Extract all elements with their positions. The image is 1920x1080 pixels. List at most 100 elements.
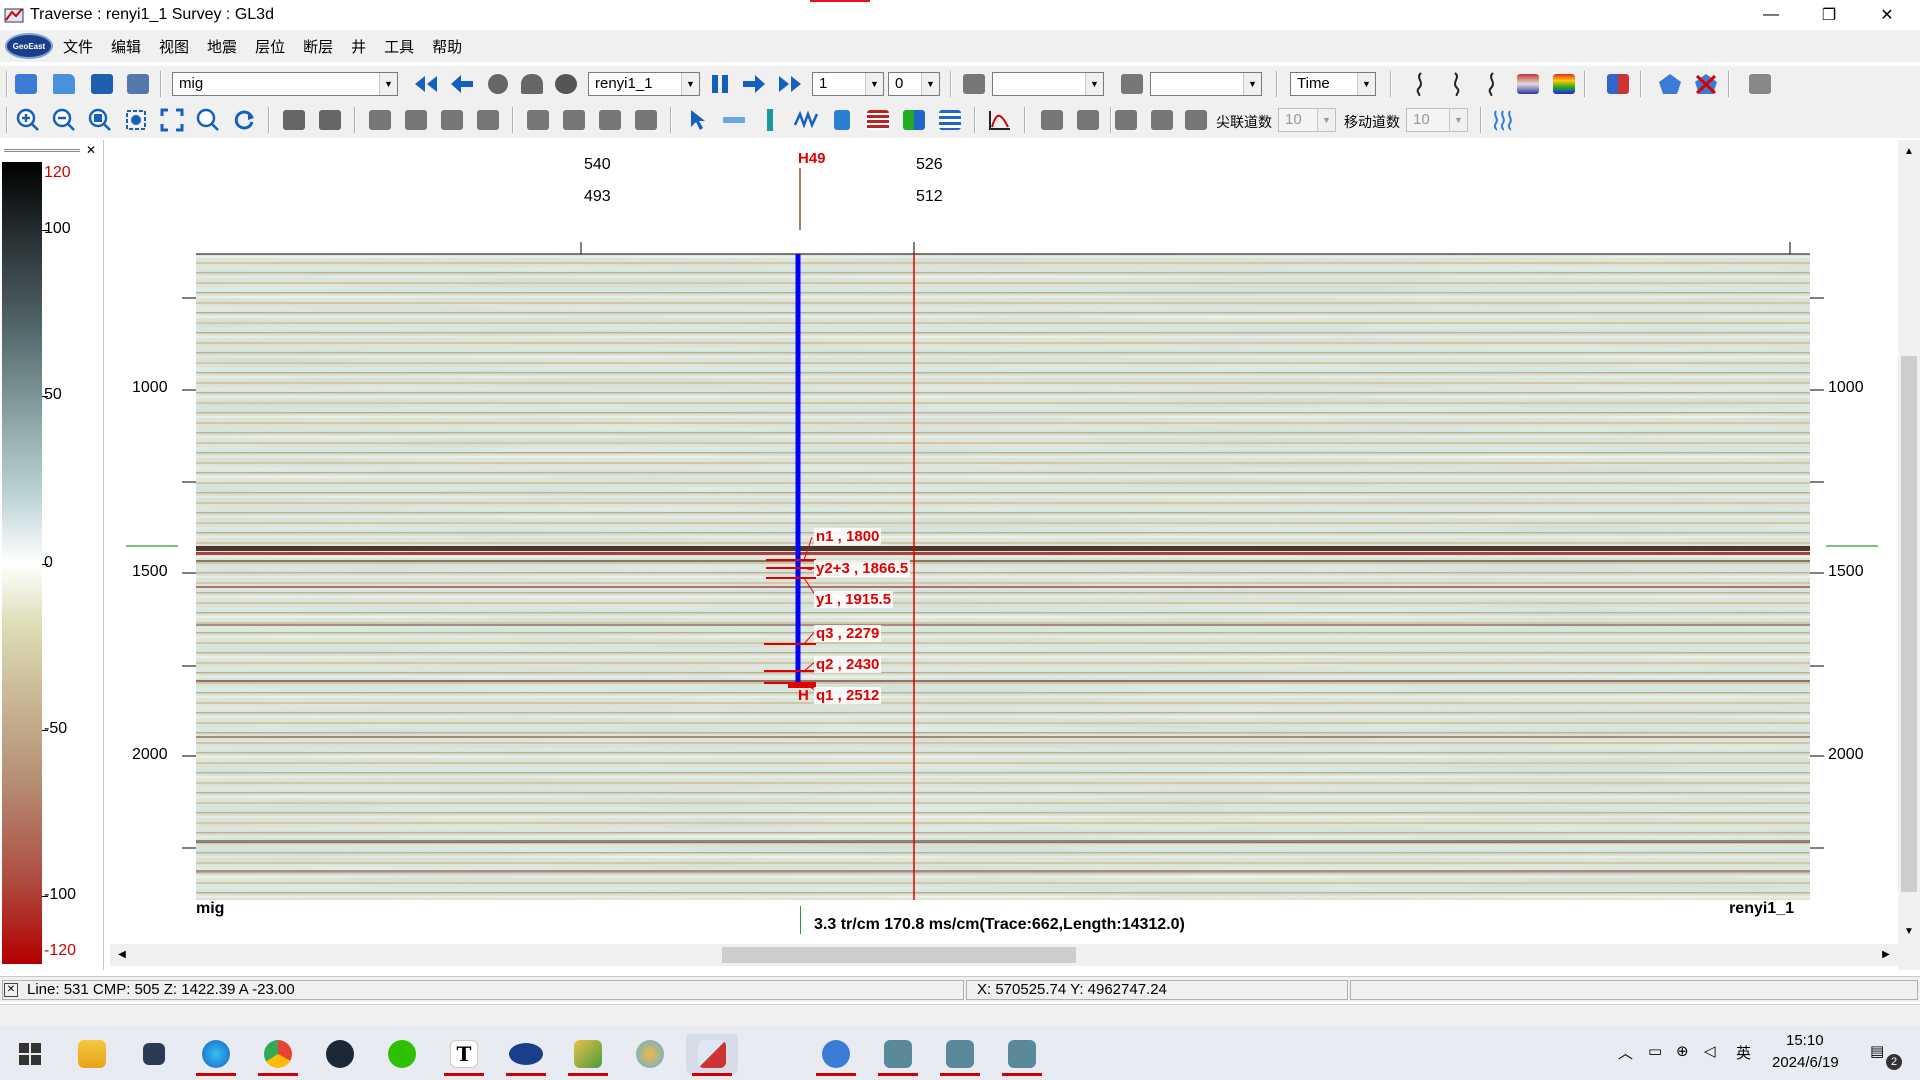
well-top-label[interactable]: q1 , 2512 bbox=[814, 687, 882, 704]
menu-view[interactable]: 视图 bbox=[159, 36, 189, 57]
refresh-icon[interactable] bbox=[230, 106, 258, 134]
menu-seismic[interactable]: 地震 bbox=[207, 36, 237, 57]
steam-icon[interactable] bbox=[314, 1034, 366, 1074]
battery-icon[interactable]: ▭ bbox=[1648, 1042, 1662, 1060]
last-icon[interactable] bbox=[776, 70, 804, 98]
menu-tools[interactable]: 工具 bbox=[384, 36, 414, 57]
wechat-icon[interactable] bbox=[376, 1034, 428, 1074]
new-icon[interactable] bbox=[12, 70, 40, 98]
typora-icon[interactable]: T bbox=[438, 1034, 490, 1076]
step-select[interactable]: 1 ▼ bbox=[812, 72, 884, 96]
well-name-label[interactable]: H49 bbox=[798, 150, 826, 167]
layer-settings-icon[interactable] bbox=[1604, 70, 1632, 98]
tool-b-icon[interactable] bbox=[316, 106, 344, 134]
fault-tool-1-icon[interactable] bbox=[524, 106, 552, 134]
gain-select[interactable]: 10 ▼ bbox=[1278, 108, 1336, 132]
density-display-icon[interactable] bbox=[1514, 70, 1542, 98]
horizontal-line-icon[interactable] bbox=[720, 106, 748, 134]
attribute-select-b[interactable]: ▼ bbox=[1150, 72, 1262, 96]
menu-fault[interactable]: 断层 bbox=[303, 36, 333, 57]
zoom-in-icon[interactable] bbox=[14, 106, 42, 134]
scroll-up-icon[interactable]: ▲ bbox=[1901, 144, 1917, 160]
wiggle-icon[interactable] bbox=[1406, 70, 1434, 98]
vertical-scroll-thumb[interactable] bbox=[1901, 356, 1917, 892]
gray-tool-2-icon[interactable] bbox=[1074, 106, 1102, 134]
zoom-reset-icon[interactable] bbox=[194, 106, 222, 134]
record-icon[interactable] bbox=[518, 70, 546, 98]
gray-tool-5-icon[interactable] bbox=[1182, 106, 1210, 134]
search-app-icon[interactable] bbox=[810, 1034, 862, 1076]
network-icon[interactable]: ⊕ bbox=[1676, 1042, 1689, 1060]
first-icon[interactable] bbox=[412, 70, 440, 98]
save-icon[interactable] bbox=[88, 70, 116, 98]
gray-tool-1-icon[interactable] bbox=[1038, 106, 1066, 134]
window-app-1-icon[interactable] bbox=[872, 1034, 924, 1076]
domain-select[interactable]: Time ▼ bbox=[1290, 72, 1376, 96]
volume-icon[interactable]: ◁ bbox=[1704, 1042, 1716, 1060]
color-swatch-icon[interactable] bbox=[1118, 70, 1146, 98]
ime-indicator[interactable]: 英 bbox=[1736, 1042, 1751, 1063]
well-top-label[interactable]: q3 , 2279 bbox=[814, 625, 882, 642]
well-top-label[interactable]: n1 , 1800 bbox=[814, 528, 882, 545]
tool-a-icon[interactable] bbox=[280, 106, 308, 134]
horizontal-scroll-thumb[interactable] bbox=[722, 947, 1076, 963]
horizon-tool-1-icon[interactable] bbox=[366, 106, 394, 134]
minimize-button[interactable]: — bbox=[1742, 0, 1800, 30]
seismic-section-view[interactable]: 540 526 493 512 H49 1000 1500 2000 1000 … bbox=[104, 140, 1900, 970]
scroll-right-icon[interactable]: ▶ bbox=[1878, 947, 1894, 963]
zoom-out-icon[interactable] bbox=[50, 106, 78, 134]
vertical-line-icon[interactable] bbox=[756, 106, 784, 134]
lock-icon[interactable] bbox=[828, 106, 856, 134]
window-app-3-icon[interactable] bbox=[996, 1034, 1048, 1076]
fault-tool-4-icon[interactable] bbox=[632, 106, 660, 134]
seismic-data-select[interactable]: mig ▼ bbox=[172, 72, 398, 96]
menu-help[interactable]: 帮助 bbox=[432, 36, 462, 57]
fault-tool-2-icon[interactable] bbox=[560, 106, 588, 134]
panel-icon[interactable] bbox=[1746, 70, 1774, 98]
horizon-tool-2-icon[interactable] bbox=[402, 106, 430, 134]
zoom-window-icon[interactable] bbox=[86, 106, 114, 134]
gray-tool-4-icon[interactable] bbox=[1148, 106, 1176, 134]
offset-select[interactable]: 0 ▼ bbox=[888, 72, 940, 96]
menu-well[interactable]: 井 bbox=[351, 36, 366, 57]
wiggle-fill-icon[interactable] bbox=[1442, 70, 1470, 98]
zoom-fit-icon[interactable] bbox=[122, 106, 150, 134]
well-top-label[interactable]: y2+3 , 1866.5 bbox=[814, 560, 911, 577]
clock-time[interactable]: 15:10 bbox=[1786, 1032, 1824, 1049]
restore-button[interactable]: ❐ bbox=[1800, 0, 1858, 30]
color-swatch-icon[interactable] bbox=[960, 70, 988, 98]
scroll-down-icon[interactable]: ▼ bbox=[1901, 924, 1917, 940]
map-app-icon[interactable] bbox=[562, 1034, 614, 1076]
open-folder-icon[interactable] bbox=[50, 70, 78, 98]
file-explorer-icon[interactable] bbox=[66, 1034, 118, 1074]
clover-app-icon[interactable] bbox=[624, 1034, 676, 1074]
horizon-tool-4-icon[interactable] bbox=[474, 106, 502, 134]
wiggle-variable-icon[interactable] bbox=[1478, 70, 1506, 98]
geoeast-icon[interactable] bbox=[500, 1034, 552, 1076]
notification-icon[interactable]: ▤ bbox=[1870, 1042, 1884, 1060]
chrome-browser-icon[interactable] bbox=[252, 1034, 304, 1076]
pointer-icon[interactable] bbox=[684, 106, 712, 134]
settings-list-icon[interactable] bbox=[936, 106, 964, 134]
windows-start-icon[interactable] bbox=[4, 1034, 56, 1074]
pause-icon[interactable] bbox=[706, 70, 734, 98]
grid-red-icon[interactable] bbox=[864, 106, 892, 134]
wave-pattern-icon[interactable] bbox=[1490, 106, 1518, 134]
horizontal-scrollbar[interactable]: ◀ ▶ bbox=[110, 944, 1900, 966]
next-icon[interactable] bbox=[740, 70, 768, 98]
close-icon[interactable]: ✕ bbox=[84, 144, 98, 156]
menu-edit[interactable]: 编辑 bbox=[111, 36, 141, 57]
clock-date[interactable]: 2024/6/19 bbox=[1772, 1054, 1839, 1071]
line-select[interactable]: renyi1_1 ▼ bbox=[588, 72, 700, 96]
fault-tool-3-icon[interactable] bbox=[596, 106, 624, 134]
menu-horizon[interactable]: 层位 bbox=[255, 36, 285, 57]
traverse-taskbar-icon[interactable] bbox=[686, 1034, 738, 1076]
window-app-2-icon[interactable] bbox=[934, 1034, 986, 1076]
edge-browser-icon[interactable] bbox=[190, 1034, 242, 1076]
well-top-label[interactable]: q2 , 2430 bbox=[814, 656, 882, 673]
gray-tool-3-icon[interactable] bbox=[1112, 106, 1140, 134]
move-select[interactable]: 10 ▼ bbox=[1406, 108, 1468, 132]
pentagon-icon[interactable] bbox=[1656, 70, 1684, 98]
well-top-label[interactable]: y1 , 1915.5 bbox=[814, 591, 894, 608]
stop-icon[interactable] bbox=[484, 70, 512, 98]
